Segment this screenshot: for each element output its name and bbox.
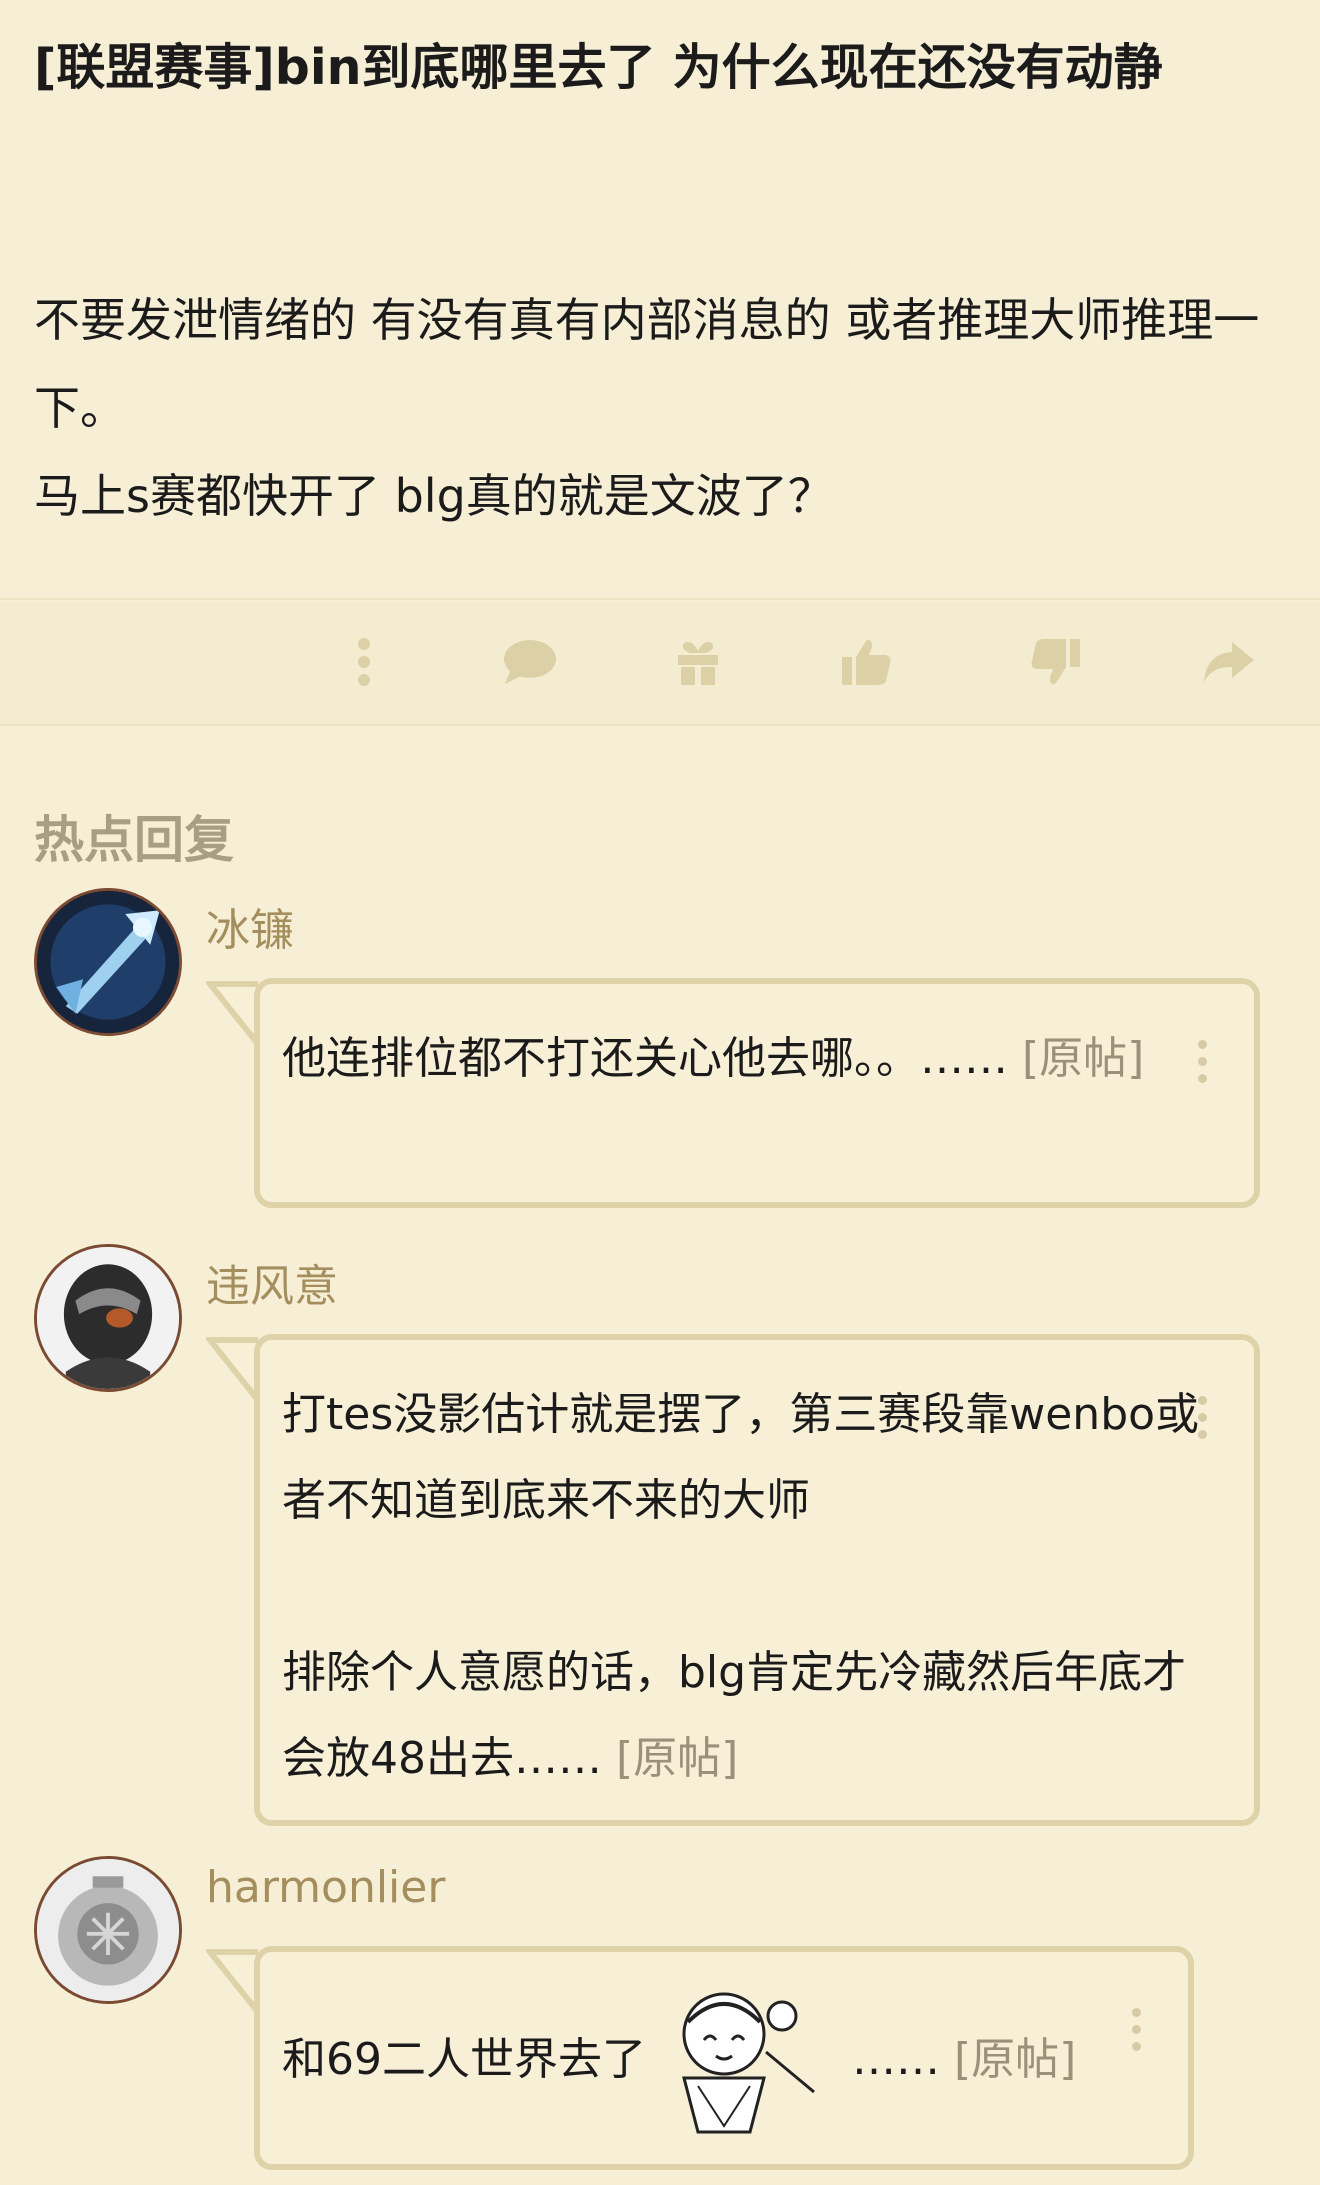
avatar[interactable]	[34, 1856, 182, 2004]
reply-username[interactable]: 违风意	[206, 1250, 338, 1314]
more-icon[interactable]	[334, 632, 394, 692]
post-body-paragraph: 不要发泄情绪的 有没有真有内部消息的 或者推理大师推理一下。	[34, 293, 1260, 435]
post-body: 不要发泄情绪的 有没有真有内部消息的 或者推理大师推理一下。 马上s赛都快开了 …	[34, 276, 1284, 540]
original-post-link[interactable]: [原帖]	[954, 2034, 1076, 2085]
reply-text: 和69二人世界去了 …… [原帖]	[282, 1980, 1142, 2142]
post-title: [联盟赛事]bin到底哪里去了 为什么现在还没有动静	[34, 39, 1163, 96]
reply-item: harmonlier 和69二人世界去了 …… [原帖]	[0, 1856, 1320, 2185]
hot-replies-heading: 热点回复	[34, 811, 234, 869]
gift-icon[interactable]	[668, 632, 728, 692]
more-icon[interactable]	[1196, 1396, 1208, 1439]
post-action-bar	[0, 602, 1320, 724]
emoji-sticker	[682, 1992, 815, 2134]
reply-username[interactable]: 冰镰	[206, 894, 294, 958]
thumbs-up-icon[interactable]	[836, 632, 896, 692]
reply-text: 打tes没影估计就是摆了，第三赛段靠wenbo或者不知道到底来不来的大师 排除个…	[282, 1389, 1200, 1784]
more-icon[interactable]	[1130, 2008, 1142, 2051]
divider	[0, 598, 1320, 600]
avatar[interactable]	[34, 888, 182, 1036]
original-post-link[interactable]: [原帖]	[1022, 1033, 1144, 1084]
original-post-link[interactable]: [原帖]	[616, 1733, 738, 1784]
reply-username[interactable]: harmonlier	[206, 1862, 445, 1913]
avatar[interactable]	[34, 1244, 182, 1392]
post-body-paragraph: 马上s赛都快开了 blg真的就是文波了？	[34, 469, 834, 523]
thumbs-down-icon[interactable]	[1026, 632, 1086, 692]
divider	[0, 724, 1320, 726]
comment-icon[interactable]	[500, 632, 560, 692]
reply-text: 他连排位都不打还关心他去哪。。…… [原帖]	[282, 1033, 1145, 1084]
share-icon[interactable]	[1198, 632, 1258, 692]
reply-item: 违风意 打tes没影估计就是摆了，第三赛段靠wenbo或者不知道到底来不来的大师…	[0, 1244, 1320, 1834]
more-icon[interactable]	[1196, 1040, 1208, 1083]
reply-item: 冰镰 他连排位都不打还关心他去哪。。…… [原帖]	[0, 888, 1320, 1218]
